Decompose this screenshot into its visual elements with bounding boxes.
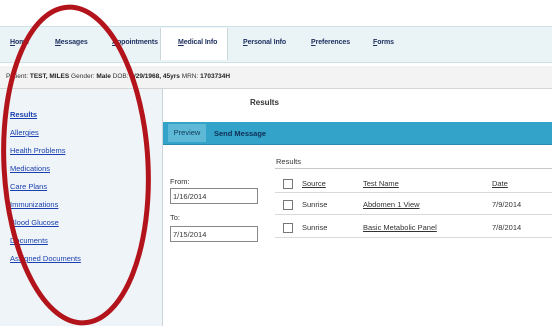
patient-mrn: 1703734H [200, 73, 231, 80]
sidebar-item-medications[interactable]: Medications [10, 164, 50, 173]
row-date: 7/9/2014 [492, 200, 522, 209]
column-header-test-name[interactable]: Test Name [363, 179, 399, 188]
sidebar-item-health-problems[interactable]: Health Problems [10, 146, 65, 155]
results-label: Results [276, 157, 302, 166]
sidebar-item-documents[interactable]: Documents [10, 236, 48, 245]
sidebar-item-assigned-documents[interactable]: Assigned Documents [10, 254, 81, 263]
patient-name-label: Patient: [6, 73, 29, 80]
row-test-name-link[interactable]: Abdomen 1 View [363, 200, 420, 209]
nav-medical-info[interactable]: Medical Info [178, 39, 217, 46]
patient-name: TEST, MILES [29, 73, 70, 80]
nav-home[interactable]: Home [10, 39, 29, 46]
nav-preferences[interactable]: Preferences [311, 39, 350, 46]
sidebar-item-immunizations[interactable]: Immunizations [10, 200, 58, 209]
row-checkbox[interactable] [283, 223, 293, 233]
patient-dob: 9/29/1968, 45yrs [130, 73, 180, 80]
row-checkbox[interactable] [283, 200, 293, 210]
mrn-label: MRN: [181, 73, 199, 80]
to-label: To: [170, 213, 181, 222]
column-header-source[interactable]: Source [302, 179, 326, 188]
from-date-input[interactable] [170, 188, 258, 204]
select-all-checkbox[interactable] [283, 179, 293, 189]
row-divider [275, 237, 552, 238]
row-divider [275, 192, 552, 193]
sidebar-item-blood-glucose[interactable]: Blood Glucose [10, 218, 59, 227]
from-label: From: [170, 177, 190, 186]
sidebar-item-results[interactable]: Results [10, 110, 37, 119]
send-message-button[interactable]: Send Message [214, 129, 266, 138]
row-source: Sunrise [302, 223, 328, 232]
preview-button[interactable]: Preview [168, 124, 206, 142]
to-date-input[interactable] [170, 226, 258, 242]
row-test-name-link[interactable]: Basic Metabolic Panel [363, 223, 437, 232]
nav-appointments[interactable]: Appointments [112, 39, 158, 46]
dob-label: DOB: [112, 73, 129, 80]
patient-info: Patient: TEST, MILES Gender: Male DOB: 9… [6, 73, 230, 80]
page-title: Results [250, 98, 279, 107]
row-date: 7/8/2014 [492, 223, 522, 232]
column-header-date[interactable]: Date [492, 179, 508, 188]
nav-forms[interactable]: Forms [373, 39, 394, 46]
nav-personal-info[interactable]: Personal Info [243, 39, 286, 46]
sidebar-item-care-plans[interactable]: Care Plans [10, 182, 47, 191]
row-divider [275, 214, 552, 215]
patient-gender: Male [96, 73, 111, 80]
sidebar-item-allergies[interactable]: Allergies [10, 128, 39, 137]
row-source: Sunrise [302, 200, 328, 209]
nav-messages[interactable]: Messages [55, 39, 88, 46]
gender-label: Gender: [71, 73, 95, 80]
